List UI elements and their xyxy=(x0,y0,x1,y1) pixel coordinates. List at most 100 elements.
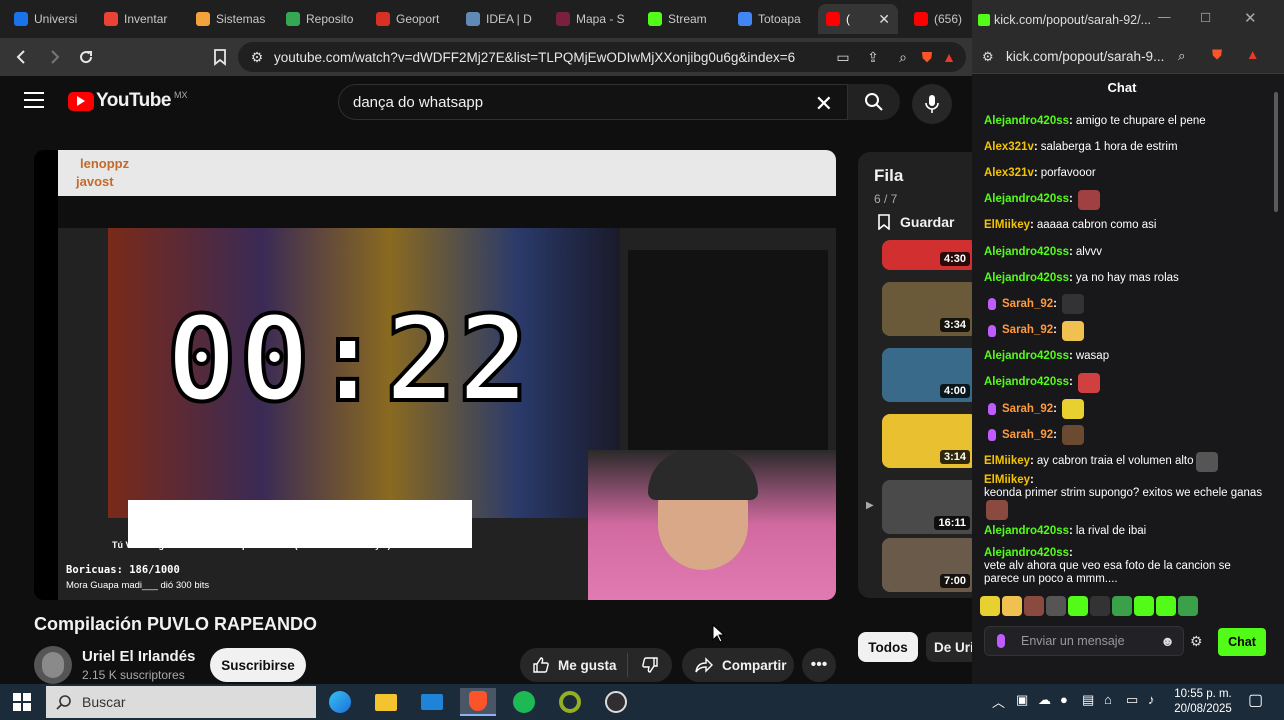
browser-tab[interactable]: Universi xyxy=(6,4,96,34)
back-button[interactable] xyxy=(8,43,36,71)
kick-address-bar[interactable]: ⚙ kick.com/popout/sarah-9... ⌕ ⛊ ▲ xyxy=(972,40,1284,74)
tray-cloud-icon[interactable]: ☁ xyxy=(1038,692,1051,708)
chat-username[interactable]: Sarah_92 xyxy=(1002,403,1053,416)
share-button[interactable]: Compartir xyxy=(682,648,794,682)
quick-emote-icon[interactable] xyxy=(980,596,1000,616)
chat-username[interactable]: Sarah_92 xyxy=(1002,298,1053,311)
tray-app-icon[interactable]: ▣ xyxy=(1016,692,1028,708)
zoom-icon[interactable]: ⌕ xyxy=(894,48,912,66)
browser-tab[interactable]: Sistemas xyxy=(188,4,278,34)
dislike-button[interactable] xyxy=(628,656,672,674)
close-window-icon[interactable]: ✕ xyxy=(1244,9,1257,27)
share-icon[interactable]: ⇪ xyxy=(864,48,882,66)
tray-volume-icon[interactable]: ♪ xyxy=(1148,692,1155,707)
obs-app[interactable] xyxy=(598,688,634,716)
channel-name[interactable]: Uriel El Irlandés xyxy=(82,648,195,665)
chip-all[interactable]: Todos xyxy=(858,632,918,662)
kick-brave-shield-icon[interactable]: ⛊ xyxy=(1212,47,1222,63)
tray-network-icon[interactable]: ⌂ xyxy=(1104,692,1112,707)
quick-emote-icon[interactable] xyxy=(1156,596,1176,616)
subscribe-button[interactable]: Suscribirse xyxy=(210,648,306,682)
quick-emote-icon[interactable] xyxy=(1112,596,1132,616)
clear-search-icon[interactable]: ✕ xyxy=(815,91,833,117)
quick-emote-icon[interactable] xyxy=(1068,596,1088,616)
site-settings-icon[interactable]: ⚙ xyxy=(248,48,266,66)
chat-message-input[interactable]: Enviar un mensaje ☻ xyxy=(984,626,1184,656)
chat-settings-icon[interactable]: ⚙ xyxy=(1190,633,1203,650)
bookmark-button[interactable] xyxy=(206,43,234,71)
browser-tab[interactable]: Geoport xyxy=(368,4,458,34)
close-tab-icon[interactable]: ✕ xyxy=(878,11,890,28)
reload-button[interactable] xyxy=(72,43,100,71)
tray-battery-icon[interactable]: ▭ xyxy=(1126,692,1138,708)
quick-emote-icon[interactable] xyxy=(1024,596,1044,616)
chat-username[interactable]: ElMiikey xyxy=(984,474,1030,487)
taskbar-search[interactable]: Buscar xyxy=(46,686,316,718)
quick-emote-icon[interactable] xyxy=(1134,596,1154,616)
emoji-picker-icon[interactable]: ☻ xyxy=(1160,633,1175,649)
channel-avatar[interactable] xyxy=(34,646,72,684)
queue-item[interactable]: 3:14 xyxy=(882,414,972,468)
quick-emote-icon[interactable] xyxy=(1178,596,1198,616)
mail-app[interactable] xyxy=(414,688,450,716)
chat-username[interactable]: Alejandro420ss xyxy=(984,115,1069,128)
tray-mic-icon[interactable]: ● xyxy=(1060,692,1068,707)
queue-item[interactable]: 4:30 xyxy=(882,240,972,270)
chat-username[interactable]: Alex321v xyxy=(984,141,1034,154)
chat-username[interactable]: Alejandro420ss xyxy=(984,350,1069,363)
chat-username[interactable]: Alejandro420ss xyxy=(984,376,1069,389)
search-input[interactable]: dança do whatsapp ✕ xyxy=(338,84,848,120)
chat-username[interactable]: Alejandro420ss xyxy=(984,246,1069,259)
chat-username[interactable]: Sarah_92 xyxy=(1002,324,1053,337)
qgis-app[interactable] xyxy=(552,688,588,716)
forward-button[interactable] xyxy=(40,43,68,71)
taskbar-clock[interactable]: 10:55 p. m. 20/08/2025 xyxy=(1168,687,1238,717)
queue-item[interactable]: 16:11 xyxy=(882,480,972,534)
chat-username[interactable]: ElMiikey xyxy=(984,455,1030,468)
brave-shield-icon[interactable]: ⛊ xyxy=(918,48,936,66)
tray-overflow-icon[interactable]: ︿ xyxy=(992,692,1005,711)
youtube-logo[interactable]: YouTube MX xyxy=(68,90,187,112)
address-bar[interactable]: ⚙ youtube.com/watch?v=dWDFF2Mj27E&list=T… xyxy=(238,42,966,72)
site-info-icon[interactable]: ⚙ xyxy=(982,49,994,65)
notification-center-icon[interactable]: ▢ xyxy=(1248,690,1263,710)
file-explorer-app[interactable] xyxy=(368,688,404,716)
chat-username[interactable]: Alejandro420ss xyxy=(984,193,1069,206)
start-button[interactable] xyxy=(4,688,40,716)
browser-tab[interactable]: IDEA | D xyxy=(458,4,548,34)
quick-emote-icon[interactable] xyxy=(1090,596,1110,616)
quick-emote-icon[interactable] xyxy=(1046,596,1066,616)
browser-tab[interactable]: Mapa - S xyxy=(548,4,638,34)
brave-app[interactable] xyxy=(460,688,496,716)
queue-item[interactable]: 4:00 xyxy=(882,348,972,402)
kick-brave-rewards-icon[interactable]: ▲ xyxy=(1246,47,1259,62)
video-player[interactable]: lenoppz javost pancnoguesito_ XDDDDDDDDD… xyxy=(34,150,836,600)
chat-send-button[interactable]: Chat xyxy=(1218,628,1266,656)
chat-username[interactable]: Alejandro420ss xyxy=(984,272,1069,285)
quick-emote-icon[interactable] xyxy=(1002,596,1022,616)
chat-username[interactable]: Alejandro420ss xyxy=(984,547,1069,560)
chat-username[interactable]: Alex321v xyxy=(984,167,1034,180)
minimize-icon[interactable]: — xyxy=(1158,10,1171,24)
chat-username[interactable]: ElMiikey xyxy=(984,219,1030,232)
voice-search-button[interactable] xyxy=(912,84,952,124)
kick-zoom-icon[interactable]: ⌕ xyxy=(1178,48,1186,64)
spotify-app[interactable] xyxy=(506,688,542,716)
browser-tab[interactable]: Totoapa xyxy=(730,4,820,34)
chat-username[interactable]: Alejandro420ss xyxy=(984,525,1069,538)
queue-item[interactable]: 7:00 xyxy=(882,538,972,592)
chat-scrollbar[interactable] xyxy=(1274,92,1278,212)
browser-tab[interactable]: Reposito xyxy=(278,4,368,34)
browser-tab[interactable]: (✕ xyxy=(818,4,898,34)
browser-tab[interactable]: Inventar xyxy=(96,4,186,34)
search-button[interactable] xyxy=(848,84,900,120)
chat-username[interactable]: Sarah_92 xyxy=(1002,429,1053,442)
save-playlist-button[interactable]: Guardar xyxy=(878,214,954,230)
maximize-icon[interactable]: ☐ xyxy=(1200,10,1211,25)
chip-channel[interactable]: De Uri xyxy=(926,632,972,662)
cast-icon[interactable]: ▭ xyxy=(834,48,852,66)
queue-item[interactable]: 3:34 xyxy=(882,282,972,336)
browser-tab[interactable]: Stream xyxy=(640,4,730,34)
menu-icon[interactable] xyxy=(24,92,44,108)
like-button[interactable]: Me gusta xyxy=(520,653,628,677)
